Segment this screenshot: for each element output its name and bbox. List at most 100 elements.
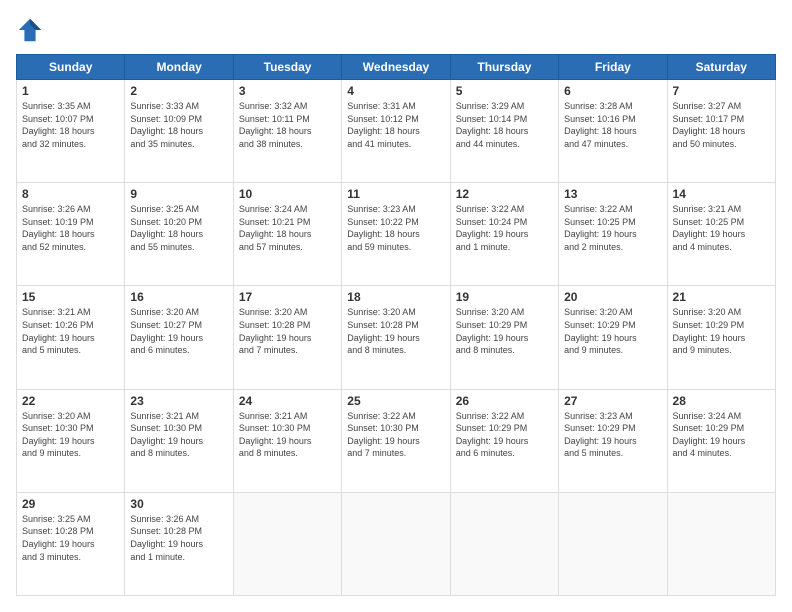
calendar-week-5: 29 Sunrise: 3:25 AM Sunset: 10:28 PM Dayl… — [17, 492, 776, 595]
day-number: 28 — [673, 394, 770, 408]
calendar-day-19: 19Sunrise: 3:20 AM Sunset: 10:29 PM Dayl… — [450, 286, 558, 389]
calendar-day-9: 9Sunrise: 3:25 AM Sunset: 10:20 PM Dayli… — [125, 183, 233, 286]
day-number: 9 — [130, 187, 227, 201]
empty-cell — [342, 492, 450, 595]
day-info: Sunrise: 3:31 AM Sunset: 10:12 PM Daylig… — [347, 100, 444, 150]
calendar-week-4: 22 Sunrise: 3:20 AM Sunset: 10:30 PM Dayl… — [17, 389, 776, 492]
page: SundayMondayTuesdayWednesdayThursdayFrid… — [0, 0, 792, 612]
calendar-day-1: 1Sunrise: 3:35 AM Sunset: 10:07 PM Dayli… — [17, 80, 125, 183]
day-info: Sunrise: 3:20 AM Sunset: 10:29 PM Daylig… — [564, 306, 661, 356]
calendar-body: 1Sunrise: 3:35 AM Sunset: 10:07 PM Dayli… — [17, 80, 776, 596]
day-info: Sunrise: 3:32 AM Sunset: 10:11 PM Daylig… — [239, 100, 336, 150]
calendar-day-28: 28 Sunrise: 3:24 AM Sunset: 10:29 PM Dayl… — [667, 389, 775, 492]
day-info: Sunrise: 3:20 AM Sunset: 10:30 PM Daylig… — [22, 410, 119, 460]
calendar-week-3: 15 Sunrise: 3:21 AM Sunset: 10:26 PM Dayl… — [17, 286, 776, 389]
empty-cell — [667, 492, 775, 595]
day-number: 17 — [239, 290, 336, 304]
day-info: Sunrise: 3:33 AM Sunset: 10:09 PM Daylig… — [130, 100, 227, 150]
day-number: 14 — [673, 187, 770, 201]
empty-cell — [559, 492, 667, 595]
day-number: 1 — [22, 84, 119, 98]
calendar-day-30: 30 Sunrise: 3:26 AM Sunset: 10:28 PM Dayl… — [125, 492, 233, 595]
calendar-header: SundayMondayTuesdayWednesdayThursdayFrid… — [17, 55, 776, 80]
day-number: 20 — [564, 290, 661, 304]
day-header-saturday: Saturday — [667, 55, 775, 80]
calendar-day-3: 3 Sunrise: 3:32 AM Sunset: 10:11 PM Dayli… — [233, 80, 341, 183]
day-info: Sunrise: 3:24 AM Sunset: 10:29 PM Daylig… — [673, 410, 770, 460]
calendar-day-11: 11 Sunrise: 3:23 AM Sunset: 10:22 PM Dayl… — [342, 183, 450, 286]
day-info: Sunrise: 3:20 AM Sunset: 10:28 PM Daylig… — [239, 306, 336, 356]
day-number: 6 — [564, 84, 661, 98]
day-number: 4 — [347, 84, 444, 98]
day-number: 15 — [22, 290, 119, 304]
calendar-header-row: SundayMondayTuesdayWednesdayThursdayFrid… — [17, 55, 776, 80]
day-info: Sunrise: 3:24 AM Sunset: 10:21 PM Daylig… — [239, 203, 336, 253]
day-number: 7 — [673, 84, 770, 98]
day-number: 8 — [22, 187, 119, 201]
calendar-week-2: 8 Sunrise: 3:26 AM Sunset: 10:19 PM Dayli… — [17, 183, 776, 286]
day-number: 25 — [347, 394, 444, 408]
day-info: Sunrise: 3:20 AM Sunset: 10:27 PM Daylig… — [130, 306, 227, 356]
empty-cell — [450, 492, 558, 595]
day-number: 26 — [456, 394, 553, 408]
day-number: 27 — [564, 394, 661, 408]
day-number: 11 — [347, 187, 444, 201]
calendar-day-18: 18 Sunrise: 3:20 AM Sunset: 10:28 PM Dayl… — [342, 286, 450, 389]
day-number: 3 — [239, 84, 336, 98]
day-info: Sunrise: 3:26 AM Sunset: 10:28 PM Daylig… — [130, 513, 227, 563]
day-info: Sunrise: 3:25 AM Sunset: 10:28 PM Daylig… — [22, 513, 119, 563]
calendar-day-12: 12 Sunrise: 3:22 AM Sunset: 10:24 PM Dayl… — [450, 183, 558, 286]
day-number: 5 — [456, 84, 553, 98]
calendar-day-6: 6 Sunrise: 3:28 AM Sunset: 10:16 PM Dayli… — [559, 80, 667, 183]
calendar-day-4: 4 Sunrise: 3:31 AM Sunset: 10:12 PM Dayli… — [342, 80, 450, 183]
calendar-day-16: 16Sunrise: 3:20 AM Sunset: 10:27 PM Dayl… — [125, 286, 233, 389]
day-info: Sunrise: 3:22 AM Sunset: 10:24 PM Daylig… — [456, 203, 553, 253]
day-header-thursday: Thursday — [450, 55, 558, 80]
calendar-day-22: 22 Sunrise: 3:20 AM Sunset: 10:30 PM Dayl… — [17, 389, 125, 492]
day-info: Sunrise: 3:22 AM Sunset: 10:30 PM Daylig… — [347, 410, 444, 460]
calendar-day-25: 25 Sunrise: 3:22 AM Sunset: 10:30 PM Dayl… — [342, 389, 450, 492]
calendar-day-8: 8 Sunrise: 3:26 AM Sunset: 10:19 PM Dayli… — [17, 183, 125, 286]
day-info: Sunrise: 3:27 AM Sunset: 10:17 PM Daylig… — [673, 100, 770, 150]
calendar-table: SundayMondayTuesdayWednesdayThursdayFrid… — [16, 54, 776, 596]
day-info: Sunrise: 3:20 AM Sunset: 10:29 PM Daylig… — [456, 306, 553, 356]
day-info: Sunrise: 3:21 AM Sunset: 10:26 PM Daylig… — [22, 306, 119, 356]
day-header-monday: Monday — [125, 55, 233, 80]
day-header-tuesday: Tuesday — [233, 55, 341, 80]
calendar-day-14: 14Sunrise: 3:21 AM Sunset: 10:25 PM Dayl… — [667, 183, 775, 286]
day-number: 2 — [130, 84, 227, 98]
day-info: Sunrise: 3:23 AM Sunset: 10:22 PM Daylig… — [347, 203, 444, 253]
day-number: 10 — [239, 187, 336, 201]
calendar-day-10: 10 Sunrise: 3:24 AM Sunset: 10:21 PM Dayl… — [233, 183, 341, 286]
day-number: 24 — [239, 394, 336, 408]
day-info: Sunrise: 3:20 AM Sunset: 10:28 PM Daylig… — [347, 306, 444, 356]
day-number: 29 — [22, 497, 119, 511]
calendar-day-20: 20 Sunrise: 3:20 AM Sunset: 10:29 PM Dayl… — [559, 286, 667, 389]
calendar-day-24: 24 Sunrise: 3:21 AM Sunset: 10:30 PM Dayl… — [233, 389, 341, 492]
day-header-wednesday: Wednesday — [342, 55, 450, 80]
calendar-day-29: 29 Sunrise: 3:25 AM Sunset: 10:28 PM Dayl… — [17, 492, 125, 595]
day-number: 22 — [22, 394, 119, 408]
empty-cell — [233, 492, 341, 595]
day-number: 12 — [456, 187, 553, 201]
day-number: 18 — [347, 290, 444, 304]
day-info: Sunrise: 3:21 AM Sunset: 10:30 PM Daylig… — [130, 410, 227, 460]
calendar-week-1: 1Sunrise: 3:35 AM Sunset: 10:07 PM Dayli… — [17, 80, 776, 183]
logo-icon — [16, 16, 44, 44]
day-header-sunday: Sunday — [17, 55, 125, 80]
day-info: Sunrise: 3:26 AM Sunset: 10:19 PM Daylig… — [22, 203, 119, 253]
day-info: Sunrise: 3:22 AM Sunset: 10:25 PM Daylig… — [564, 203, 661, 253]
day-info: Sunrise: 3:28 AM Sunset: 10:16 PM Daylig… — [564, 100, 661, 150]
calendar-day-23: 23 Sunrise: 3:21 AM Sunset: 10:30 PM Dayl… — [125, 389, 233, 492]
header — [16, 16, 776, 44]
calendar-day-2: 2 Sunrise: 3:33 AM Sunset: 10:09 PM Dayli… — [125, 80, 233, 183]
day-info: Sunrise: 3:23 AM Sunset: 10:29 PM Daylig… — [564, 410, 661, 460]
calendar-day-21: 21Sunrise: 3:20 AM Sunset: 10:29 PM Dayl… — [667, 286, 775, 389]
calendar-day-5: 5Sunrise: 3:29 AM Sunset: 10:14 PM Dayli… — [450, 80, 558, 183]
day-number: 23 — [130, 394, 227, 408]
day-number: 21 — [673, 290, 770, 304]
calendar-day-27: 27 Sunrise: 3:23 AM Sunset: 10:29 PM Dayl… — [559, 389, 667, 492]
day-info: Sunrise: 3:21 AM Sunset: 10:30 PM Daylig… — [239, 410, 336, 460]
calendar-day-26: 26Sunrise: 3:22 AM Sunset: 10:29 PM Dayl… — [450, 389, 558, 492]
day-number: 30 — [130, 497, 227, 511]
